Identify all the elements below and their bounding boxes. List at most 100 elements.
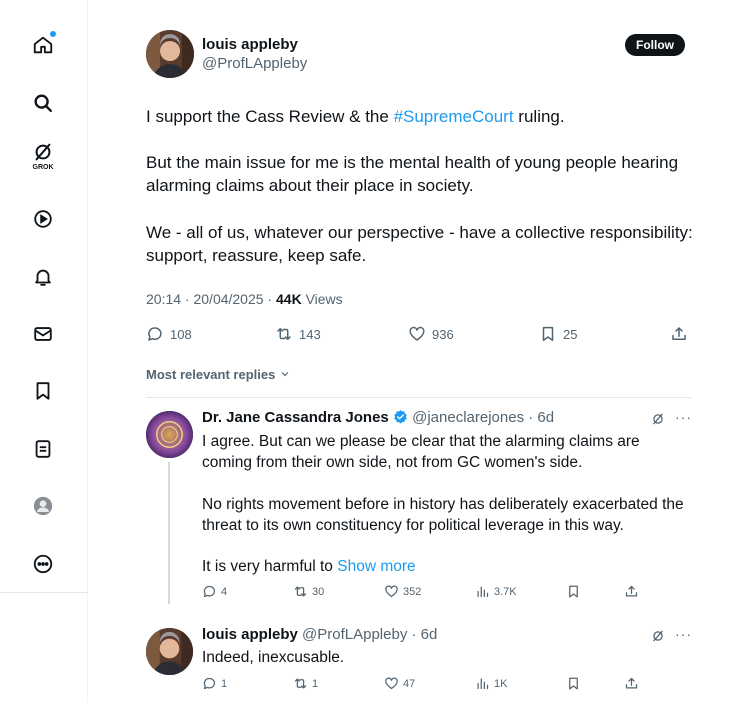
- replies-sort-label: Most relevant replies: [146, 367, 276, 382]
- reply1-bookmark-button[interactable]: [566, 584, 581, 599]
- reply1-age[interactable]: · 6d: [528, 409, 554, 426]
- like-count: 936: [432, 326, 454, 342]
- profile-icon[interactable]: [27, 490, 59, 522]
- reply1-avatar[interactable]: [146, 411, 193, 458]
- reply2-repost-button[interactable]: 1: [293, 676, 318, 691]
- views-label: Views: [301, 291, 343, 307]
- nav-divider: [0, 592, 88, 593]
- share-icon: [672, 327, 686, 340]
- reply1-header: Dr. Jane Cassandra Jones @janeclarejones…: [202, 409, 554, 426]
- notification-dot: [50, 31, 56, 37]
- reply2-like-count: 47: [403, 677, 416, 690]
- reply1-like-button[interactable]: 352: [384, 584, 421, 599]
- thread-line: [168, 462, 170, 604]
- tweet-text-part: I support the Cass Review & the: [146, 107, 394, 126]
- bookmarks-icon[interactable]: [27, 375, 59, 407]
- reply2-age[interactable]: · 6d: [412, 626, 438, 643]
- reply-icon: [148, 327, 162, 341]
- bookmark-icon: [569, 677, 578, 690]
- replies-sort-dropdown[interactable]: Most relevant replies: [146, 367, 291, 382]
- home-icon[interactable]: [27, 29, 59, 61]
- main-column: louis appleby @ProfLAppleby Follow I sup…: [88, 0, 750, 702]
- grok-label: GROK: [32, 164, 54, 171]
- tweet-text-para3: We - all of us, whatever our perspective…: [146, 223, 693, 265]
- reply2-reply-button[interactable]: 1: [202, 676, 227, 691]
- reply2-author-name[interactable]: louis appleby: [202, 626, 298, 643]
- bookmark-icon: [569, 585, 578, 598]
- left-nav: GROK: [0, 0, 88, 702]
- hashtag-link[interactable]: #SupremeCourt: [394, 107, 514, 126]
- bookmark-icon: [542, 326, 554, 342]
- views-count: 44K: [276, 291, 302, 307]
- messages-icon[interactable]: [27, 318, 59, 350]
- reply-icon: [203, 677, 216, 690]
- chevron-down-icon: [281, 372, 289, 377]
- grok-icon[interactable]: [651, 629, 665, 648]
- reply1-handle[interactable]: @janeclarejones: [412, 409, 524, 426]
- reply1-text-para1: I agree. But can we please be clear that…: [202, 433, 640, 471]
- tweet-text-para2: But the main issue for me is the mental …: [146, 153, 679, 195]
- reply2-views-button[interactable]: 1K: [475, 676, 507, 691]
- repost-icon: [277, 328, 291, 340]
- reply2-avatar[interactable]: [146, 628, 193, 675]
- search-icon[interactable]: [27, 87, 59, 119]
- author-avatar[interactable]: [146, 30, 194, 78]
- share-icon: [625, 585, 638, 597]
- tweet-meta: 20:14 · 20/04/2025 · 44K Views: [146, 291, 343, 307]
- follow-button[interactable]: Follow: [625, 34, 685, 56]
- author-handle[interactable]: @ProfLAppleby: [202, 55, 307, 72]
- reply2-like-button[interactable]: 47: [384, 676, 415, 691]
- reply-icon: [203, 585, 216, 598]
- grok-icon[interactable]: [651, 412, 665, 431]
- tweet-text-part: ruling.: [513, 107, 565, 126]
- reply1-views-count: 3.7K: [494, 585, 517, 598]
- reply2-repost-count: 1: [312, 677, 319, 690]
- video-icon[interactable]: [27, 203, 59, 235]
- reply1-text-para3: It is very harmful to Show more: [202, 556, 692, 577]
- like-button[interactable]: 936: [408, 325, 454, 343]
- share-icon: [625, 677, 638, 689]
- reply1-reply-button[interactable]: 4: [202, 584, 227, 599]
- more-options-icon[interactable]: ···: [675, 409, 692, 425]
- reply1-text-para2: No rights movement before in history has…: [202, 496, 684, 534]
- repost-icon: [294, 678, 307, 689]
- notifications-icon[interactable]: [27, 261, 59, 293]
- reply1-views-button[interactable]: 3.7K: [475, 584, 517, 599]
- repost-count: 143: [299, 326, 321, 342]
- author-name[interactable]: louis appleby: [202, 36, 298, 53]
- show-more-link[interactable]: Show more: [337, 558, 415, 575]
- repost-icon: [294, 586, 307, 597]
- reply2-header: louis appleby @ProfLAppleby · 6d: [202, 626, 437, 643]
- reply1-like-count: 352: [403, 585, 422, 598]
- reply2-share-button[interactable]: [624, 676, 639, 691]
- verified-badge-icon: [394, 409, 407, 424]
- reply1-repost-count: 30: [312, 585, 325, 598]
- heart-icon: [385, 677, 398, 690]
- bookmark-button[interactable]: 25: [539, 325, 577, 343]
- divider: [146, 397, 692, 398]
- reply-count: 108: [170, 326, 192, 342]
- bookmark-count: 25: [563, 326, 578, 342]
- tweet-timestamp[interactable]: 20:14 · 20/04/2025 ·: [146, 291, 276, 307]
- reply2-views-count: 1K: [494, 677, 508, 690]
- repost-button[interactable]: 143: [275, 325, 321, 343]
- reply2-bookmark-button[interactable]: [566, 676, 581, 691]
- reply1-repost-button[interactable]: 30: [293, 584, 324, 599]
- share-button[interactable]: [670, 325, 688, 343]
- reply1-reply-count: 4: [221, 585, 228, 598]
- more-options-icon[interactable]: ···: [675, 626, 692, 642]
- more-icon[interactable]: [27, 548, 59, 580]
- reply1-share-button[interactable]: [624, 584, 639, 599]
- heart-icon: [409, 326, 425, 341]
- reply2-text: Indeed, inexcusable.: [202, 649, 345, 666]
- grok-icon[interactable]: GROK: [27, 140, 59, 172]
- lists-icon[interactable]: [27, 433, 59, 465]
- reply2-reply-count: 1: [221, 677, 228, 690]
- heart-icon: [385, 585, 398, 598]
- reply1-text-part: It is very harmful to: [202, 558, 338, 575]
- reply2-handle[interactable]: @ProfLAppleby: [302, 626, 407, 643]
- tweet-text-line1: I support the Cass Review & the #Supreme…: [146, 105, 726, 128]
- reply-button[interactable]: 108: [146, 325, 192, 343]
- reply1-author-name[interactable]: Dr. Jane Cassandra Jones: [202, 409, 389, 426]
- analytics-icon: [477, 678, 489, 690]
